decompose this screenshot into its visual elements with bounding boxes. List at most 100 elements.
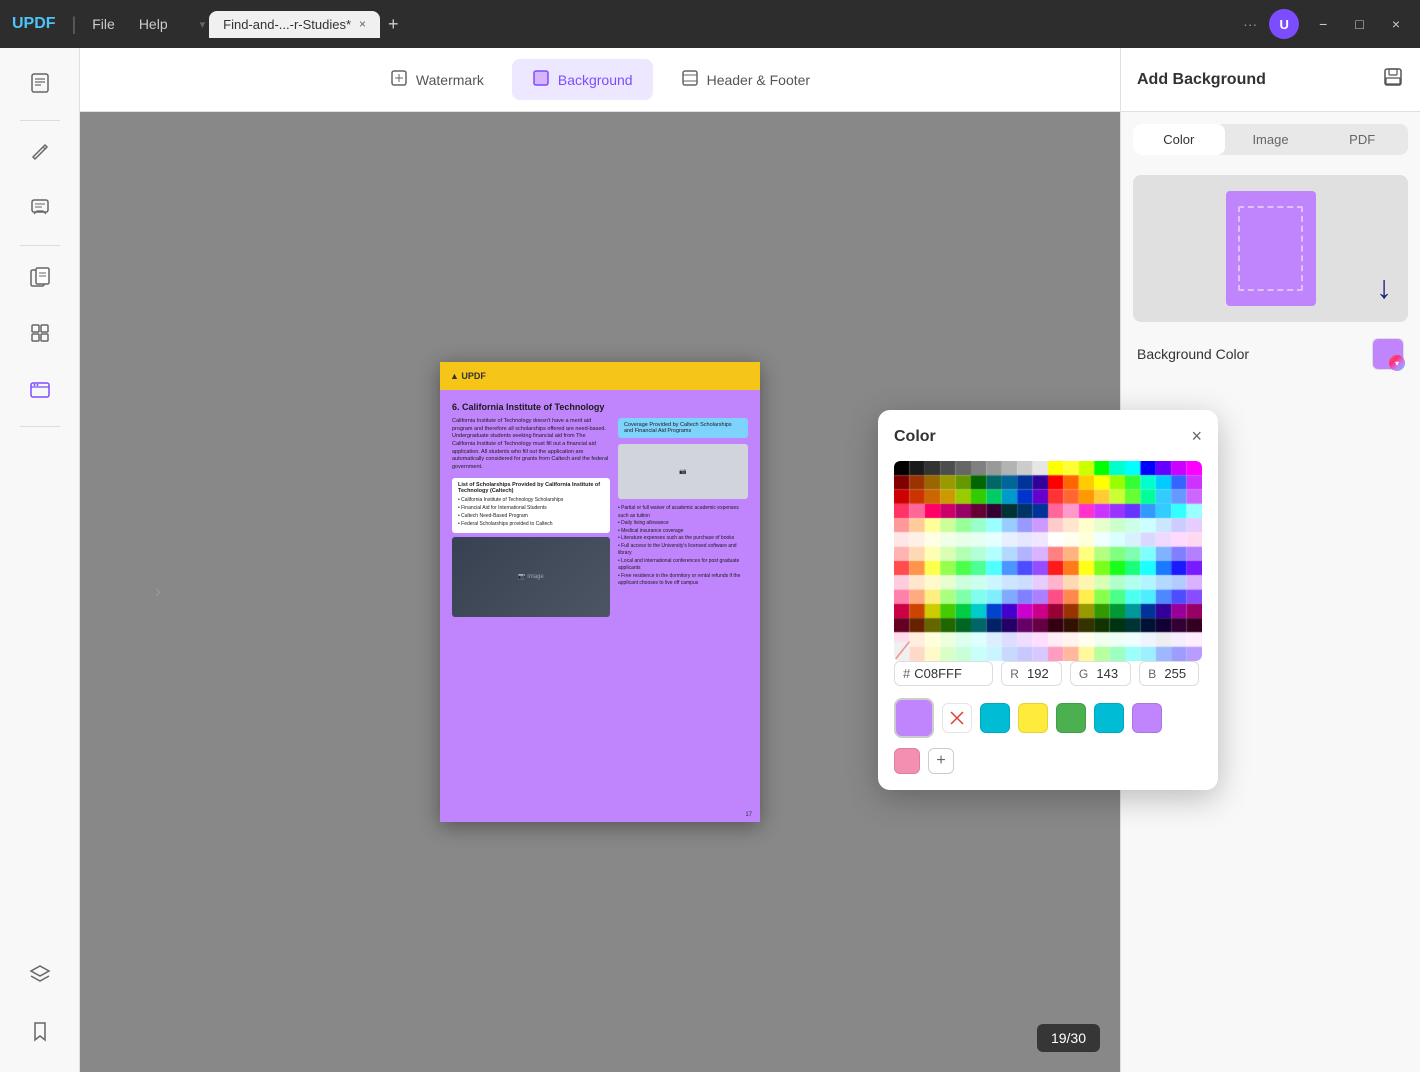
hex-label: # [903, 666, 910, 681]
pdf-section-title: 6. California Institute of Technology [452, 402, 748, 412]
sidebar-item-read[interactable] [12, 60, 68, 112]
pdf-list-item-4: • Federal Scholarships provided to Calte… [458, 521, 604, 527]
annotate-icon [29, 197, 51, 225]
sidebar-item-bookmarks[interactable] [12, 1008, 68, 1060]
minimize-button[interactable]: − [1311, 12, 1335, 36]
titlebar-right: ··· U − □ × [1243, 9, 1408, 39]
header-footer-icon [681, 69, 699, 90]
sidebar-item-tools[interactable] [12, 366, 68, 418]
panel-tabs: Color Image PDF [1133, 124, 1408, 155]
panel-preview: ↓ [1133, 175, 1408, 322]
pdf-image-1: 📷 [618, 444, 748, 499]
add-swatch-button[interactable]: + [928, 748, 954, 774]
close-button[interactable]: × [1384, 12, 1408, 36]
r-input-wrap: R [1001, 661, 1062, 686]
tab-title: Find-and-...-r-Studies* [223, 17, 351, 32]
background-icon [532, 69, 550, 90]
pdf-page-header: ▲ UPDF [440, 362, 760, 390]
preview-page-inner [1238, 206, 1303, 291]
bg-color-section: Background Color ▾ [1121, 330, 1420, 378]
b-input-wrap: B [1139, 661, 1199, 686]
r-input[interactable] [1023, 666, 1053, 681]
more-options[interactable]: ··· [1243, 16, 1257, 32]
b-input[interactable] [1160, 666, 1190, 681]
pdf-list-item-1: • California Institute of Technology Sch… [458, 497, 604, 503]
tab-area: ▾ Find-and-...-r-Studies* × + [200, 11, 1236, 38]
sidebar-item-edit[interactable] [12, 129, 68, 181]
preset-yellow[interactable] [1018, 703, 1048, 733]
layers-icon [29, 964, 51, 992]
tab-color[interactable]: Color [1133, 124, 1225, 155]
page-indicator: 19/30 [1037, 1024, 1100, 1052]
convert-icon [29, 322, 51, 350]
preset-teal[interactable] [1094, 703, 1124, 733]
g-input-wrap: G [1070, 661, 1131, 686]
sidebar-divider-3 [20, 426, 60, 427]
color-picker-header: Color × [894, 426, 1202, 447]
sidebar-divider-2 [20, 245, 60, 246]
pdf-page: ▲ UPDF 6. California Institute of Techno… [440, 362, 760, 822]
preset-cyan[interactable] [980, 703, 1010, 733]
bg-color-swatch[interactable]: ▾ [1372, 338, 1404, 370]
no-color-swatch[interactable] [942, 703, 972, 733]
toolbar: Watermark Background [80, 48, 1120, 112]
active-tab[interactable]: Find-and-...-r-Studies* × [209, 11, 380, 38]
read-icon [29, 72, 51, 100]
background-label: Background [558, 72, 633, 88]
watermark-button[interactable]: Watermark [370, 59, 504, 100]
menu-help[interactable]: Help [131, 12, 176, 36]
sidebar-item-convert[interactable] [12, 310, 68, 362]
pdf-list-title: List of Scholarships Provided by Califor… [458, 482, 604, 494]
pdf-callout: Coverage Provided by Caltech Scholarship… [618, 418, 748, 438]
sidebar-item-pages[interactable] [12, 254, 68, 306]
color-spectrum[interactable] [894, 461, 1202, 661]
header-footer-button[interactable]: Header & Footer [661, 59, 831, 100]
app-logo: UPDF [12, 15, 56, 33]
swatch-pink[interactable] [894, 748, 920, 774]
color-inputs: # R G B [894, 661, 1202, 686]
tab-pdf[interactable]: PDF [1316, 124, 1408, 155]
header-footer-label: Header & Footer [707, 72, 811, 88]
b-label: B [1148, 667, 1156, 681]
hex-input-wrap: # [894, 661, 993, 686]
avatar[interactable]: U [1269, 9, 1299, 39]
sidebar-item-layers[interactable] [12, 952, 68, 1004]
pdf-text-1: California Institute of Technology doesn… [452, 418, 610, 472]
pdf-bullets: • Partial or full waiver of academic aca… [618, 505, 748, 588]
background-button[interactable]: Background [512, 59, 653, 100]
preview-arrow-icon: ↓ [1376, 269, 1392, 306]
sidebar-item-annotate[interactable] [12, 185, 68, 237]
panel-save-icon[interactable] [1382, 66, 1404, 93]
preset-row [894, 698, 1202, 738]
tools-icon [29, 378, 51, 406]
bookmark-icon [29, 1020, 51, 1048]
pdf-logo: ▲ UPDF [450, 371, 486, 381]
g-input[interactable] [1092, 666, 1122, 681]
tab-dropdown-icon[interactable]: ▾ [200, 18, 206, 31]
preset-green[interactable] [1056, 703, 1086, 733]
watermark-icon [390, 69, 408, 90]
color-picker-close-button[interactable]: × [1191, 426, 1202, 447]
title-sep: | [72, 14, 77, 35]
sidebar-toggle-icon[interactable]: › [155, 582, 161, 603]
tab-close-icon[interactable]: × [359, 17, 366, 31]
menu-file[interactable]: File [84, 12, 123, 36]
pdf-page-number: 17 [745, 812, 752, 818]
pages-icon [29, 266, 51, 294]
current-color-swatch[interactable] [894, 698, 934, 738]
bg-color-label: Background Color [1137, 346, 1249, 362]
color-picker-popup: Color × # R G B [878, 410, 1218, 790]
r-label: R [1010, 667, 1019, 681]
pdf-image-2: 📷 image [452, 537, 610, 617]
hex-input[interactable] [914, 666, 984, 681]
color-picker-title: Color [894, 428, 936, 446]
watermark-label: Watermark [416, 72, 484, 88]
preset-purple[interactable] [1132, 703, 1162, 733]
new-tab-button[interactable]: + [388, 14, 399, 35]
panel-header: Add Background [1121, 48, 1420, 112]
panel-title: Add Background [1137, 71, 1266, 89]
sidebar [0, 48, 80, 1072]
maximize-button[interactable]: □ [1347, 12, 1371, 36]
pdf-list-item-2: • Financial Aid for International Studen… [458, 505, 604, 511]
tab-image[interactable]: Image [1225, 124, 1317, 155]
